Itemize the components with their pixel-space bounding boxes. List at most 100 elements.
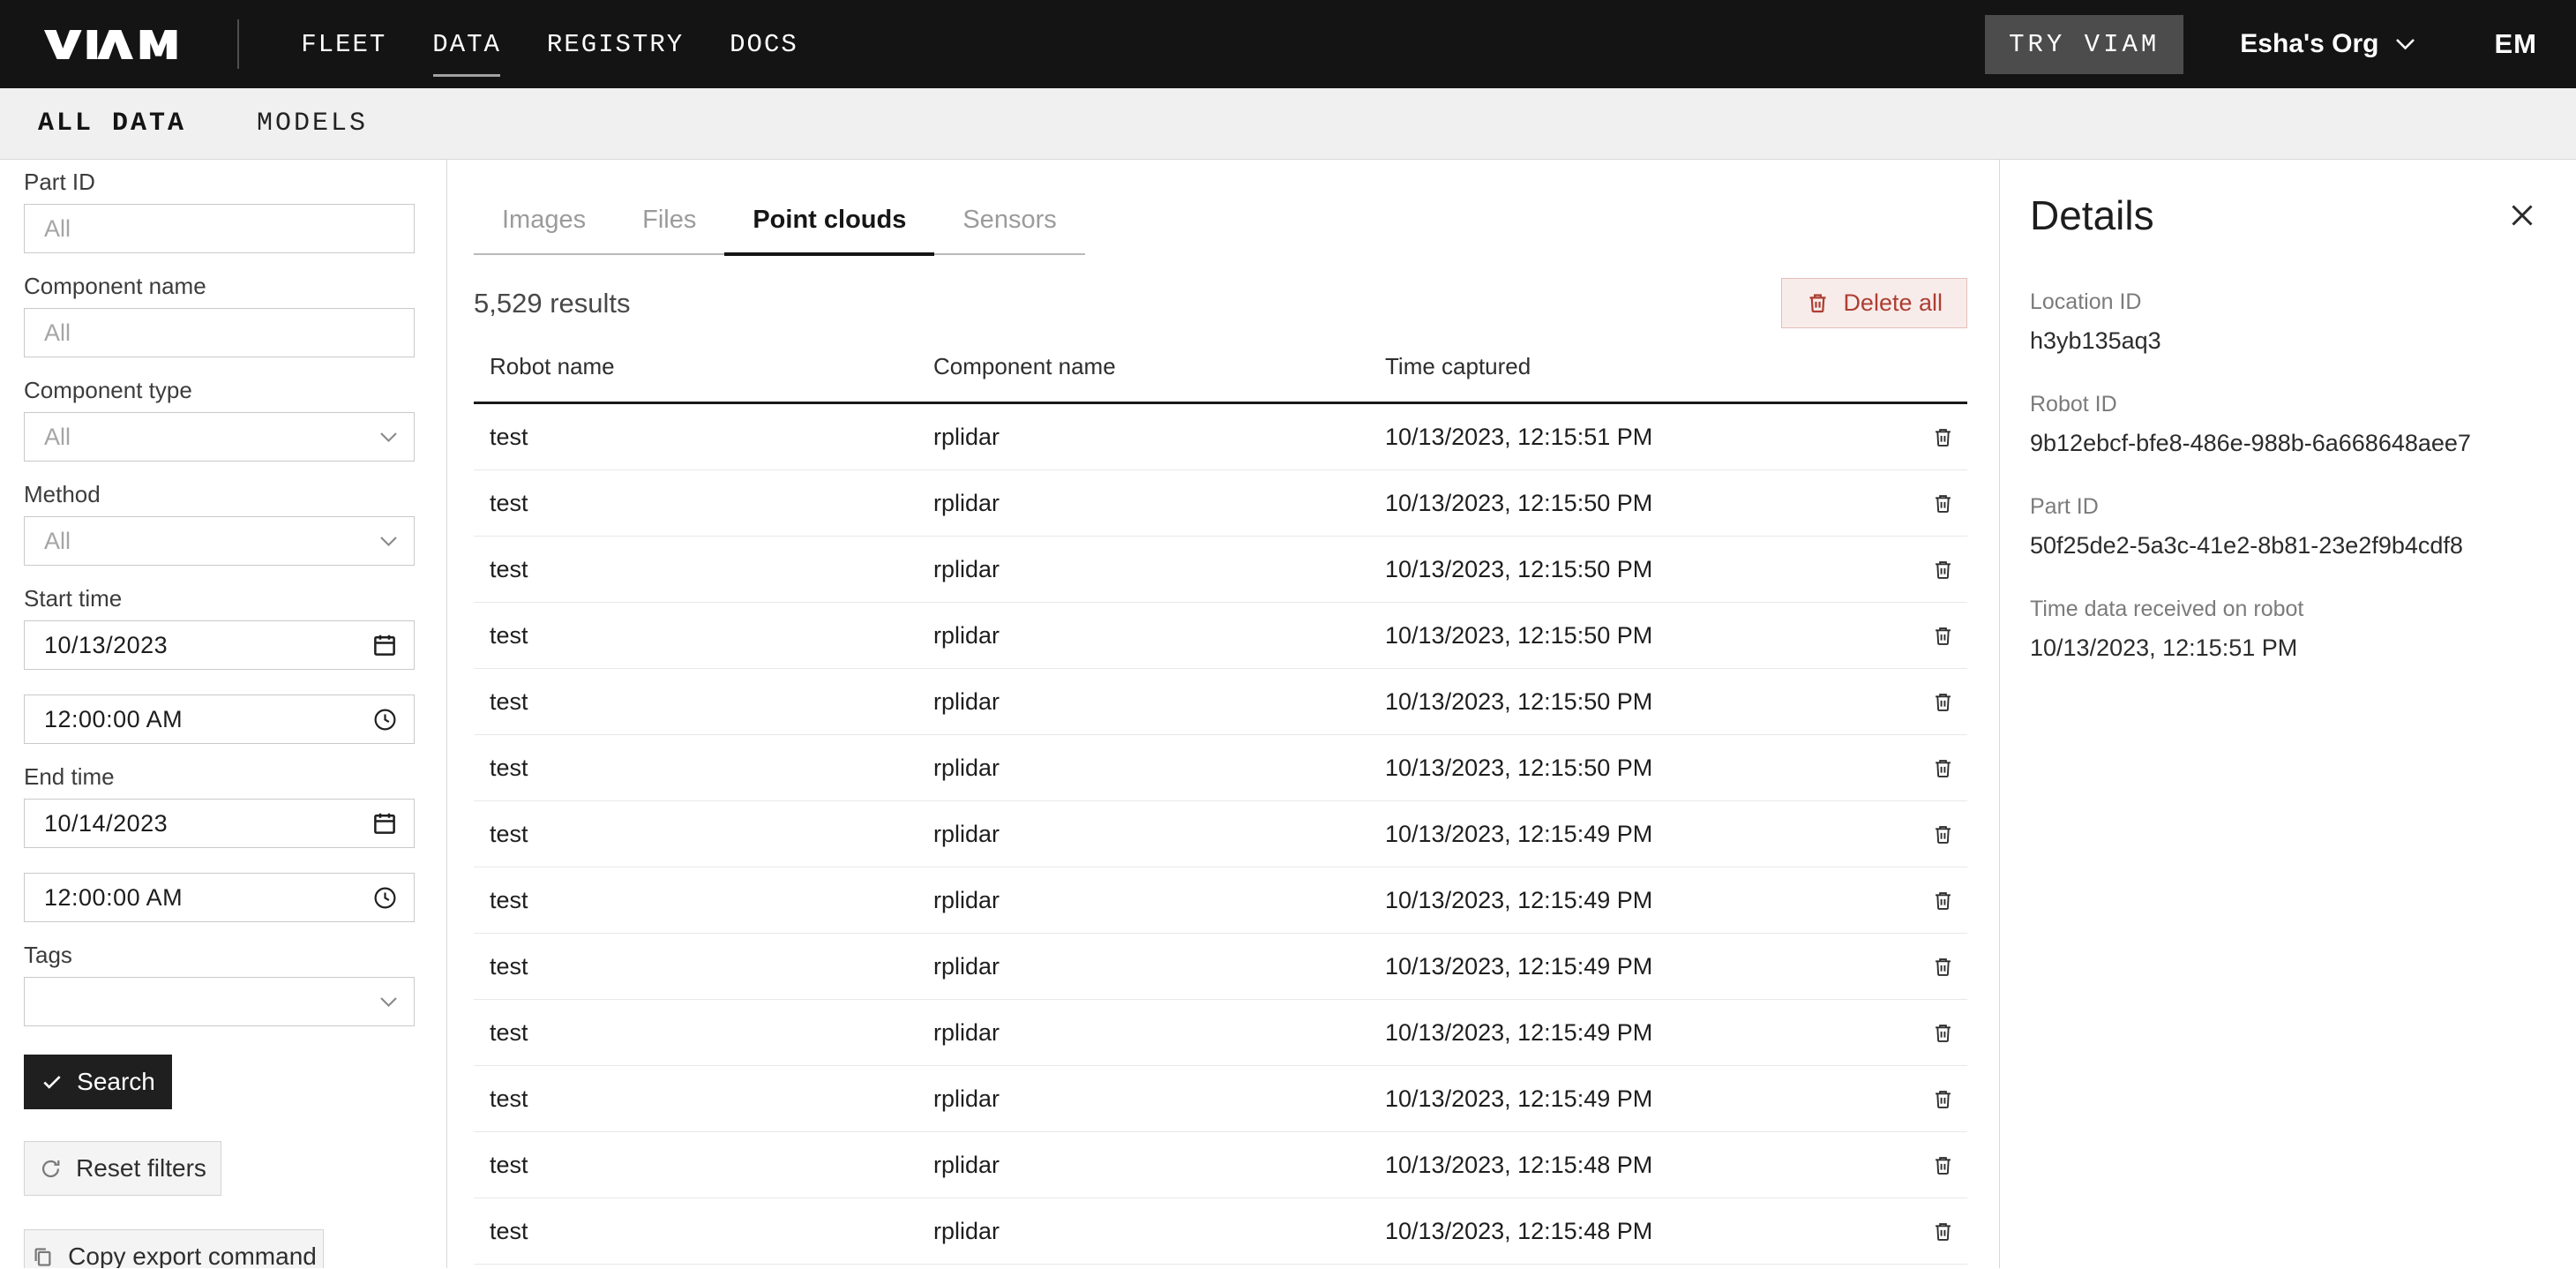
cell-time-captured: 10/13/2023, 12:15:50 PM (1369, 490, 1918, 517)
time-received-label: Time data received on robot (2030, 596, 2541, 622)
method-select[interactable]: All (24, 516, 415, 566)
nav-link-data[interactable]: DATA (432, 25, 501, 64)
delete-all-button[interactable]: Delete all (1781, 278, 1967, 328)
row-delete-button[interactable] (1928, 753, 1958, 784)
part-id-detail-value: 50f25de2-5a3c-41e2-8b81-23e2f9b4cdf8 (2030, 530, 2541, 560)
calendar-icon[interactable] (371, 810, 398, 837)
row-delete-button[interactable] (1928, 1017, 1958, 1048)
end-time-input[interactable]: 12:00:00 AM (24, 873, 415, 922)
cell-component-name: rplidar (917, 887, 1369, 914)
column-header-robot-name: Robot name (474, 353, 917, 380)
nav-link-docs[interactable]: DOCS (730, 25, 798, 64)
try-viam-button[interactable]: TRY VIAM (1985, 15, 2183, 74)
tab-sensors[interactable]: Sensors (934, 190, 1084, 256)
calendar-icon[interactable] (371, 632, 398, 658)
row-delete-button[interactable] (1928, 819, 1958, 850)
details-field-robot-id: Robot ID 9b12ebcf-bfe8-486e-988b-6a66864… (2030, 391, 2541, 458)
trash-icon (1931, 822, 1955, 846)
end-time-label: End time (24, 763, 446, 790)
row-delete-button[interactable] (1928, 1216, 1958, 1247)
start-date-input[interactable]: 10/13/2023 (24, 620, 415, 670)
component-name-input-box (24, 308, 415, 357)
cell-robot-name: test (474, 556, 917, 583)
cell-robot-name: test (474, 821, 917, 848)
chevron-down-icon (379, 996, 398, 1008)
copy-export-command-label: Copy export command (68, 1243, 317, 1268)
viam-logo[interactable] (44, 30, 181, 59)
table-row[interactable]: test rplidar 10/13/2023, 12:15:49 PM (474, 867, 1967, 934)
row-delete-button[interactable] (1928, 885, 1958, 916)
cell-actions (1918, 753, 1967, 784)
row-delete-button[interactable] (1928, 687, 1958, 717)
tab-images[interactable]: Images (474, 190, 614, 256)
trash-icon (1806, 291, 1830, 315)
org-switcher[interactable]: Esha's Org (2240, 29, 2415, 59)
chevron-down-icon (379, 432, 398, 443)
cell-component-name: rplidar (917, 1019, 1369, 1047)
end-date-input[interactable]: 10/14/2023 (24, 799, 415, 848)
tags-select[interactable] (24, 977, 415, 1026)
row-delete-button[interactable] (1928, 951, 1958, 982)
close-details-button[interactable] (2504, 197, 2541, 234)
table-row[interactable]: test rplidar 10/13/2023, 12:15:49 PM (474, 934, 1967, 1000)
table-row[interactable]: test rplidar 10/13/2023, 12:15:50 PM (474, 537, 1967, 603)
table-row[interactable]: test rplidar 10/13/2023, 12:15:51 PM (474, 404, 1967, 470)
search-button[interactable]: Search (24, 1055, 172, 1109)
method-label: Method (24, 481, 446, 507)
clock-icon[interactable] (372, 707, 398, 732)
filter-component-name: Component name (24, 273, 446, 357)
column-header-component-name: Component name (917, 353, 1369, 380)
copy-export-command-button[interactable]: Copy export command (24, 1229, 324, 1268)
table-row[interactable]: test rplidar 10/13/2023, 12:15:48 PM (474, 1198, 1967, 1265)
cell-actions (1918, 620, 1967, 651)
tab-models[interactable]: MODELS (257, 109, 368, 139)
row-delete-button[interactable] (1928, 422, 1958, 453)
part-id-input[interactable] (44, 215, 398, 243)
table-row[interactable]: test rplidar 10/13/2023, 12:15:50 PM (474, 470, 1967, 537)
component-name-input[interactable] (44, 319, 398, 347)
clock-icon[interactable] (372, 885, 398, 911)
row-delete-button[interactable] (1928, 1150, 1958, 1181)
start-time-input[interactable]: 12:00:00 AM (24, 695, 415, 744)
table-row[interactable]: test rplidar 10/13/2023, 12:15:50 PM (474, 735, 1967, 801)
table-row[interactable]: test rplidar 10/13/2023, 12:15:48 PM (474, 1132, 1967, 1198)
location-id-label: Location ID (2030, 289, 2541, 315)
details-panel: Details Location ID h3yb135aq3 Robot ID … (1999, 160, 2576, 1268)
cell-robot-name: test (474, 755, 917, 782)
row-delete-button[interactable] (1928, 488, 1958, 519)
component-type-select[interactable]: All (24, 412, 415, 462)
row-delete-button[interactable] (1928, 554, 1958, 585)
table-row[interactable]: test rplidar 10/13/2023, 12:15:49 PM (474, 1066, 1967, 1132)
cell-component-name: rplidar (917, 953, 1369, 980)
reset-filters-button[interactable]: Reset filters (24, 1141, 221, 1196)
component-type-label: Component type (24, 377, 446, 403)
tab-all-data[interactable]: ALL DATA (38, 109, 186, 139)
table-row[interactable]: test rplidar 10/13/2023, 12:15:50 PM (474, 669, 1967, 735)
nav-link-registry[interactable]: REGISTRY (547, 25, 684, 64)
chevron-down-icon (2395, 38, 2415, 50)
cell-component-name: rplidar (917, 490, 1369, 517)
tab-point-clouds[interactable]: Point clouds (724, 190, 934, 256)
cell-component-name: rplidar (917, 821, 1369, 848)
row-delete-button[interactable] (1928, 1084, 1958, 1115)
cell-component-name: rplidar (917, 755, 1369, 782)
user-initials[interactable]: EM (2495, 28, 2538, 60)
cell-time-captured: 10/13/2023, 12:15:51 PM (1369, 424, 1918, 451)
cell-actions (1918, 488, 1967, 519)
table-header: Robot name Component name Time captured (474, 353, 1967, 404)
close-icon (2509, 202, 2535, 229)
row-delete-button[interactable] (1928, 620, 1958, 651)
cell-actions (1918, 1216, 1967, 1247)
start-time-value: 12:00:00 AM (44, 706, 372, 733)
cell-robot-name: test (474, 622, 917, 650)
cell-component-name: rplidar (917, 1085, 1369, 1113)
cell-robot-name: test (474, 490, 917, 517)
results-count: 5,529 results (474, 288, 631, 319)
tab-files[interactable]: Files (614, 190, 724, 256)
table-row[interactable]: test rplidar 10/13/2023, 12:15:49 PM (474, 801, 1967, 867)
org-name: Esha's Org (2240, 29, 2378, 59)
nav-link-fleet[interactable]: FLEET (301, 25, 386, 64)
table-row[interactable]: test rplidar 10/13/2023, 12:15:50 PM (474, 603, 1967, 669)
delete-all-label: Delete all (1843, 289, 1943, 317)
table-row[interactable]: test rplidar 10/13/2023, 12:15:49 PM (474, 1000, 1967, 1066)
